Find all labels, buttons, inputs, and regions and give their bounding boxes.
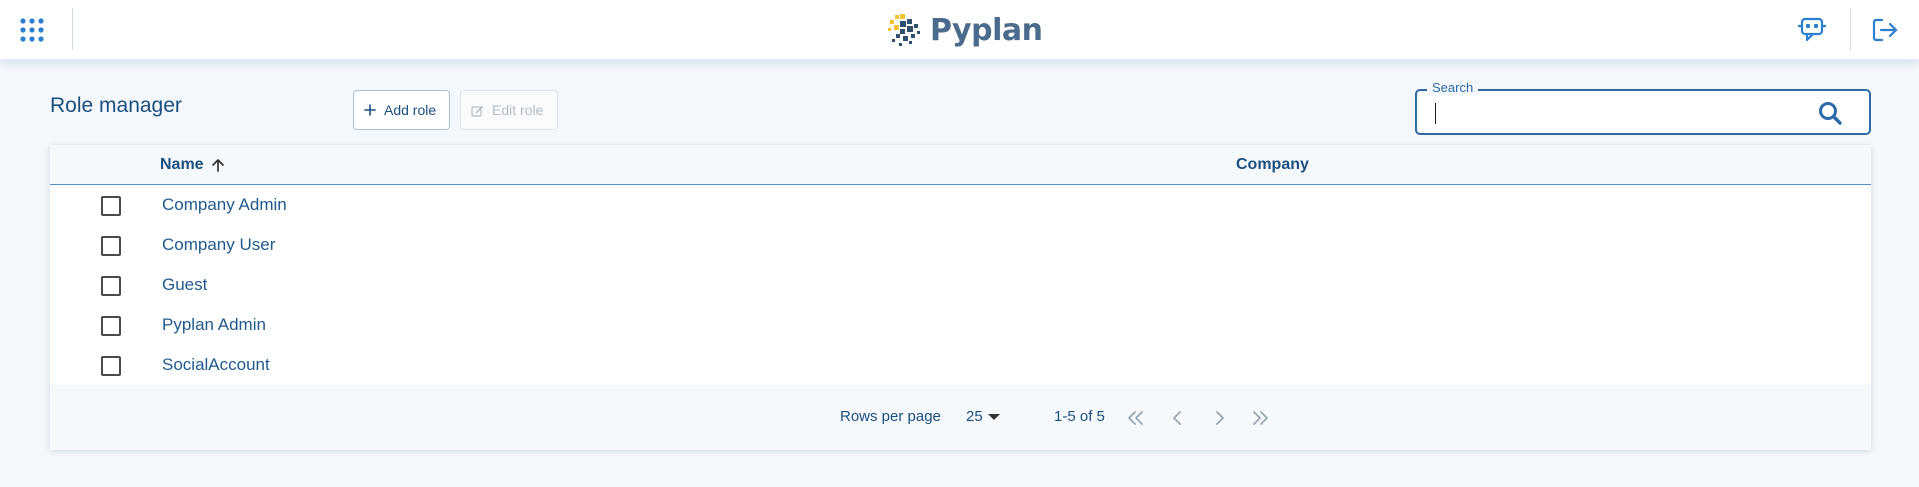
role-name[interactable]: SocialAccount [162,355,270,375]
column-header-label: Name [160,156,204,173]
last-page-icon[interactable] [1247,405,1273,431]
table-pagination: Rows per page 25 1-5 of 5 [50,385,1871,450]
rows-per-page-select[interactable]: 25 [966,408,1001,425]
caret-down-icon [987,412,1001,422]
role-name[interactable]: Company Admin [162,195,287,215]
rows-per-page-label: Rows per page [840,408,941,425]
top-bar: Pyplan [0,0,1919,60]
apps-grid-icon[interactable] [18,16,46,44]
column-header-name[interactable]: Name [160,156,226,174]
add-role-label: Add role [384,102,437,118]
table-header: Name Company [50,145,1871,185]
row-checkbox[interactable] [101,196,121,216]
role-name[interactable]: Guest [162,275,207,295]
plus-icon [364,104,376,116]
next-page-icon[interactable] [1207,405,1233,431]
search-input[interactable] [1431,99,1811,127]
first-page-icon[interactable] [1123,405,1149,431]
row-checkbox[interactable] [101,316,121,336]
logo-text: Pyplan [930,12,1043,48]
edit-role-button[interactable]: Edit role [460,90,558,130]
pagination-range: 1-5 of 5 [1054,408,1105,425]
pyplan-logo-icon [888,14,920,46]
sort-ascending-icon[interactable] [210,157,226,173]
table-row[interactable]: Company Admin [50,185,1871,225]
table-body: Company Admin Company User Guest Pyplan … [50,185,1871,385]
text-caret [1435,103,1436,124]
table-row[interactable]: Guest [50,265,1871,305]
table-row[interactable]: Pyplan Admin [50,305,1871,345]
search-field[interactable]: Search [1415,80,1871,135]
logout-icon[interactable] [1870,15,1900,45]
edit-role-label: Edit role [492,102,544,118]
rows-per-page-value: 25 [966,408,983,425]
add-role-button[interactable]: Add role [353,90,450,130]
search-label: Search [1427,80,1479,95]
role-name[interactable]: Pyplan Admin [162,315,266,335]
divider [72,8,73,50]
row-checkbox[interactable] [101,236,121,256]
roles-table: Name Company Company Admin Company User … [50,145,1871,450]
row-checkbox[interactable] [101,276,121,296]
search-icon[interactable] [1817,100,1843,126]
page-title: Role manager [50,94,182,117]
previous-page-icon[interactable] [1164,405,1190,431]
assistant-chat-icon[interactable] [1796,15,1828,45]
column-header-company[interactable]: Company [1236,156,1309,174]
table-row[interactable]: SocialAccount [50,345,1871,385]
divider [1850,8,1851,50]
app-logo: Pyplan [886,10,1043,50]
role-name[interactable]: Company User [162,235,275,255]
table-row[interactable]: Company User [50,225,1871,265]
row-checkbox[interactable] [101,356,121,376]
edit-icon [471,104,484,117]
